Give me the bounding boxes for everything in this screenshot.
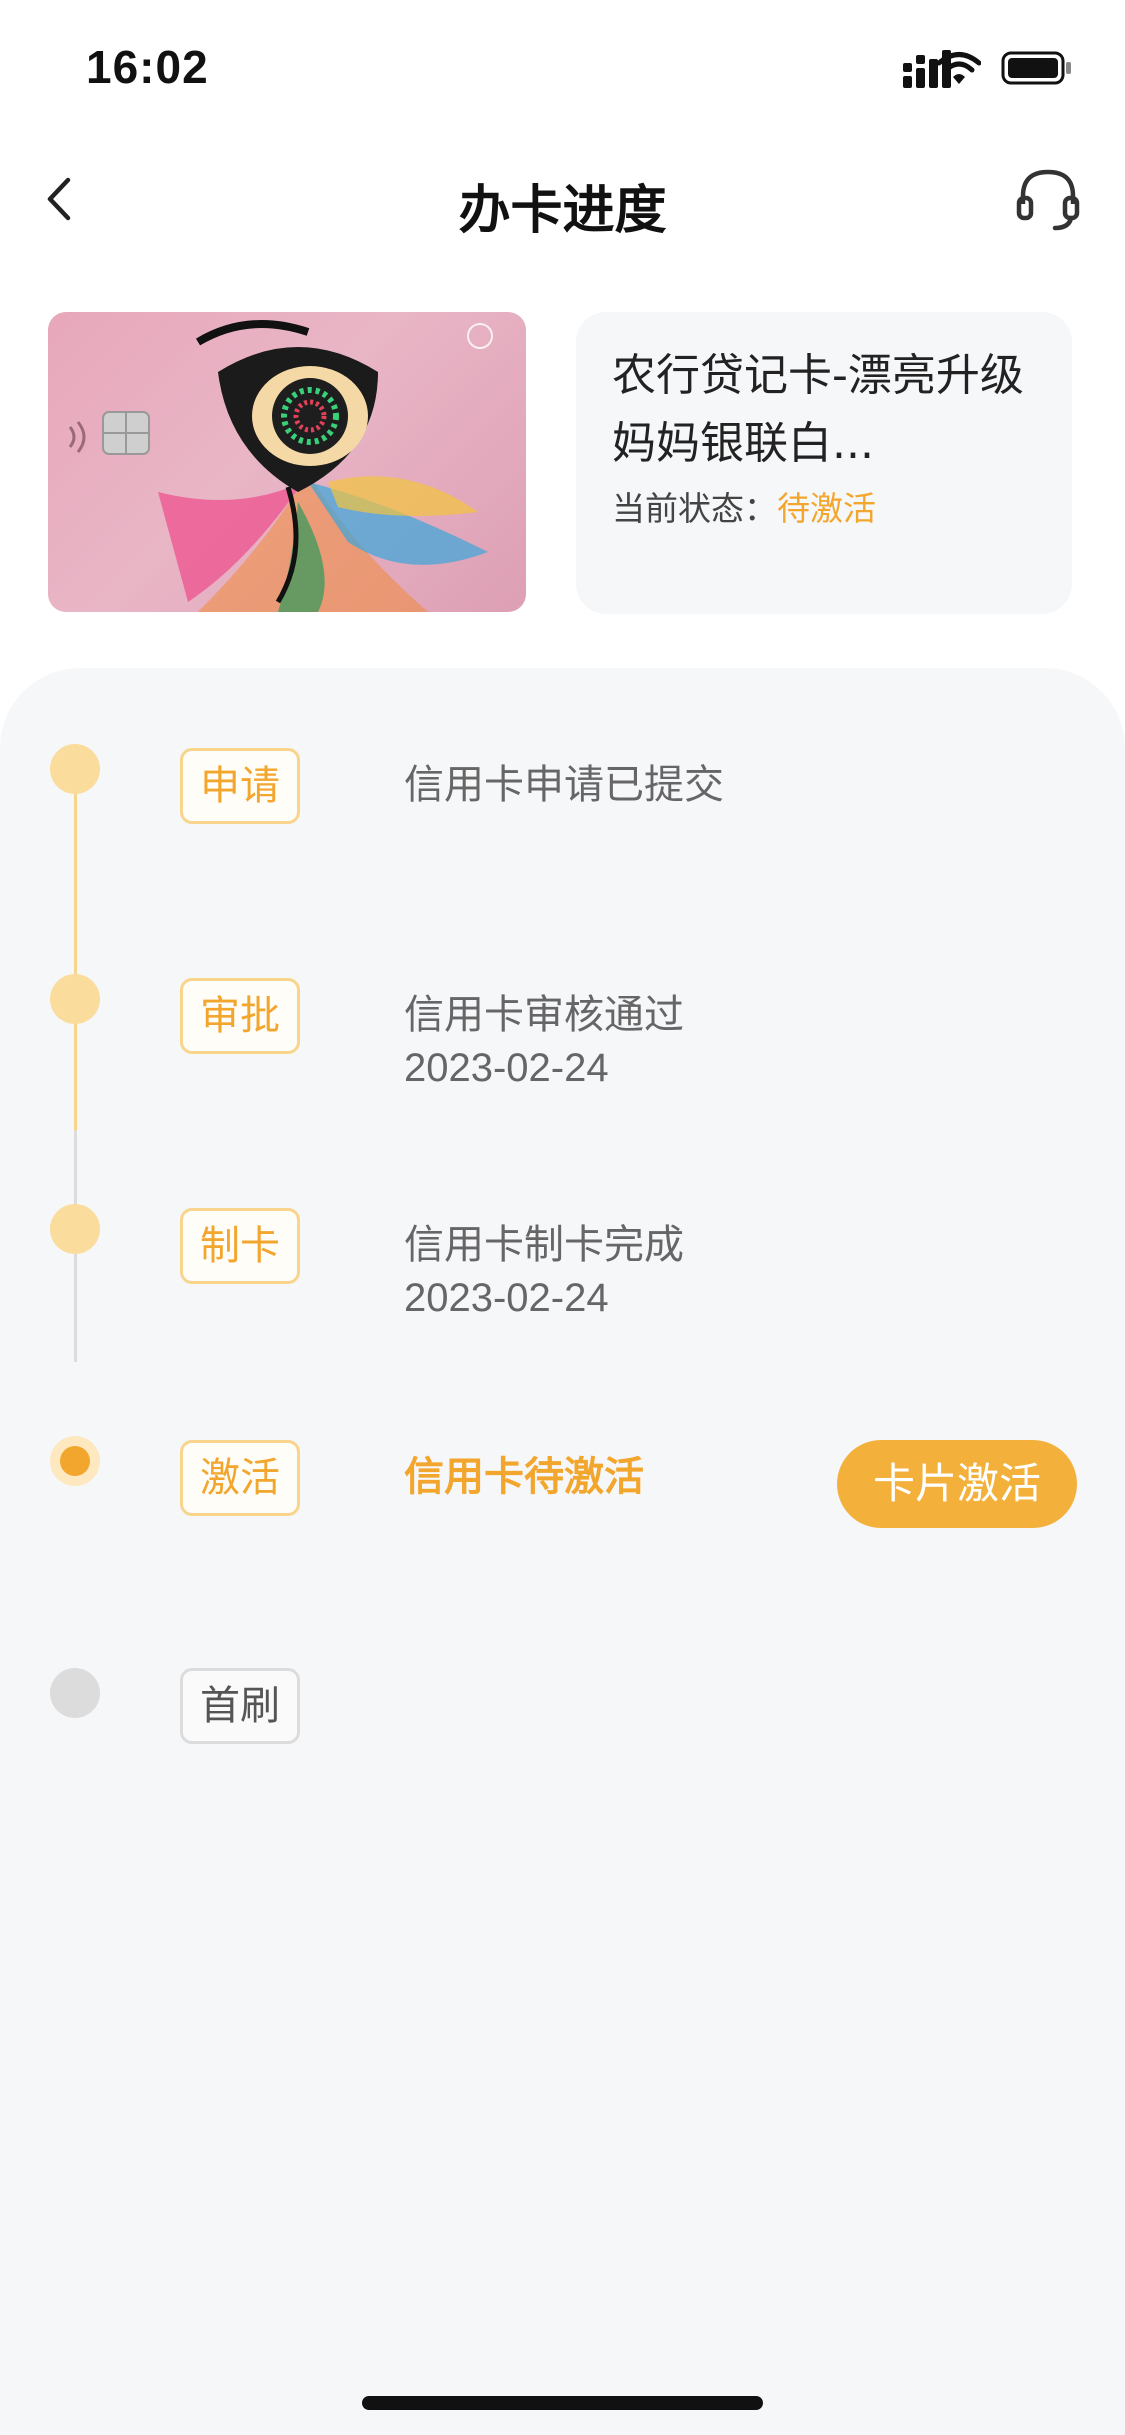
step-dot [50,744,100,794]
progress-timeline: 申请 信用卡申请已提交 审批 信用卡审核通过 2023-02-24 制卡 信用卡… [0,668,1125,2435]
home-indicator [362,2396,763,2410]
step-tag: 制卡 [180,1208,300,1284]
nav-bar: 办卡进度 [0,140,1125,260]
step-dot [50,974,100,1024]
activate-card-button[interactable]: 卡片激活 [837,1440,1077,1528]
step-title: 信用卡审核通过 [404,992,684,1038]
credit-card-image [48,312,526,612]
timeline-track-completed [74,768,77,1130]
card-name: 农行贷记卡-漂亮升级妈妈银联白... [612,350,1024,469]
page-title: 办卡进度 [458,181,667,241]
customer-service-button[interactable] [1011,162,1085,236]
card-info-panel[interactable]: 农行贷记卡-漂亮升级妈妈银联白... 当前状态：待激活 [576,312,1072,614]
step-dot [50,1668,100,1718]
battery-icon [1001,51,1071,85]
step-title: 信用卡待激活 [404,1454,644,1500]
step-title: 信用卡申请已提交 [404,762,724,808]
step-tag: 首刷 [180,1668,300,1744]
status-bar: 16:02 [0,0,1125,140]
step-title: 信用卡制卡完成 [404,1222,684,1268]
step-tag: 审批 [180,978,300,1054]
wifi-icon [937,52,981,84]
card-status-value: 待激活 [777,489,876,528]
step-date: 2023-02-24 [404,1046,609,1090]
card-status: 当前状态：待激活 [612,482,876,530]
status-time: 16:02 [86,41,209,93]
step-dot-current [50,1436,100,1486]
step-tag: 激活 [180,1440,300,1516]
step-tag: 申请 [180,748,300,824]
headset-icon [1016,169,1080,231]
card-status-label: 当前状态： [612,489,777,528]
step-date: 2023-02-24 [404,1276,609,1320]
card-artwork [68,320,493,612]
step-dot [50,1204,100,1254]
